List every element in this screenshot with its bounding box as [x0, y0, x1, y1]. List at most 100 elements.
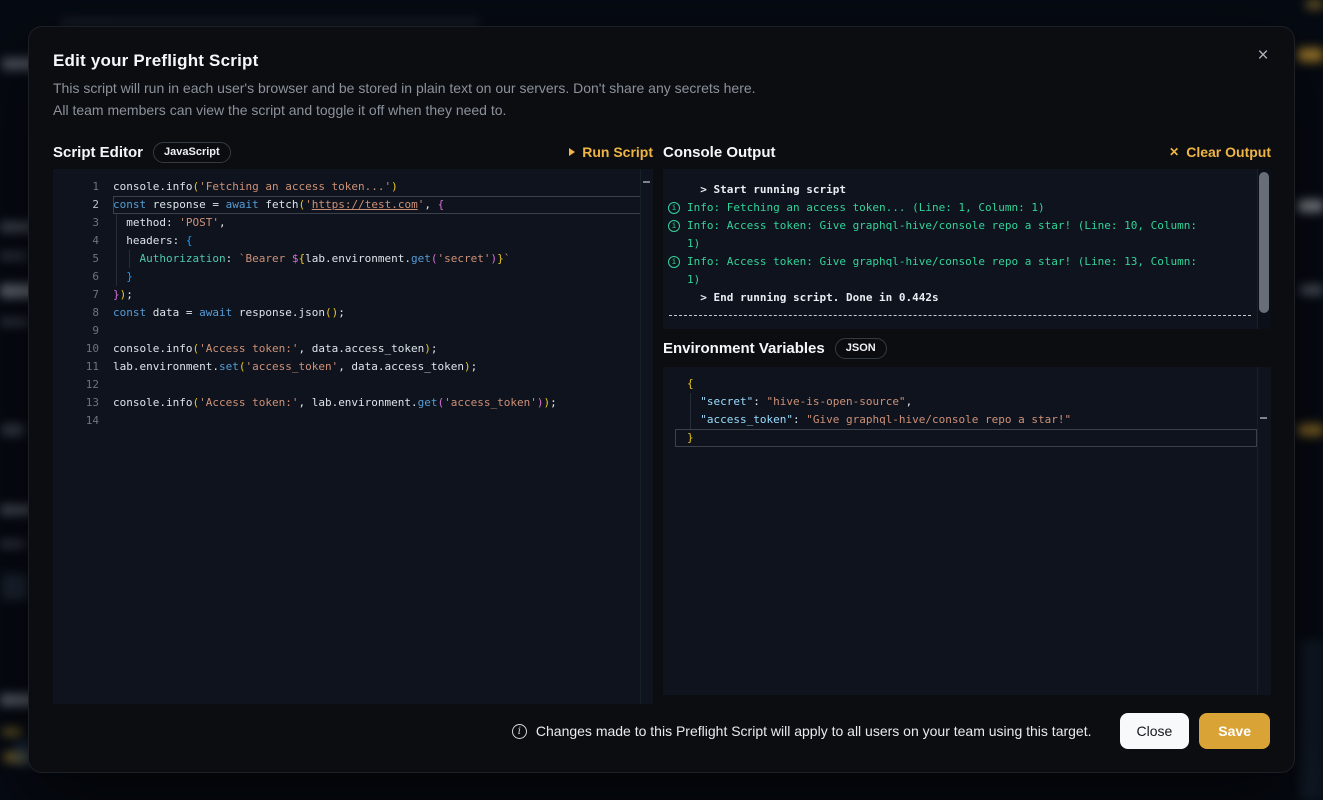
environment-code-line[interactable]: "access_token": "Give graphql-hive/conso…: [663, 411, 1271, 429]
overview-ruler-mark: [643, 181, 650, 183]
indent-guide: [116, 214, 117, 286]
line-number: 13: [53, 394, 113, 412]
info-circle-icon: i: [666, 217, 687, 253]
code-line-content: [113, 412, 641, 430]
clear-output-label: Clear Output: [1186, 144, 1271, 160]
console-output-title: Console Output: [663, 144, 776, 161]
console-entry: iInfo: Fetching an access token... (Line…: [666, 199, 1253, 217]
code-line-content: [113, 322, 641, 340]
json-badge: JSON: [835, 338, 887, 359]
overview-ruler-mark: [1260, 417, 1267, 419]
environment-variables-title: Environment Variables: [663, 340, 825, 357]
code-line[interactable]: 12: [53, 376, 653, 394]
background-blur-blob: [60, 18, 480, 26]
line-number: 12: [53, 376, 113, 394]
code-line-content: method: 'POST',: [113, 214, 641, 232]
code-line[interactable]: 7});: [53, 286, 653, 304]
code-line-content: const response = await fetch('https://te…: [113, 196, 641, 214]
console-entry-text: > Start running script: [687, 181, 846, 199]
environment-variables-header: Environment Variables JSON: [663, 335, 1271, 361]
console-entry-text: > End running script. Done in 0.442s: [687, 289, 939, 307]
code-line[interactable]: 14: [53, 412, 653, 430]
code-line-content: });: [113, 286, 641, 304]
console-output-header: Console Output ✕ Clear Output: [663, 139, 1271, 165]
line-number: 10: [53, 340, 113, 358]
script-editor-header: Script Editor JavaScript Run Script: [53, 139, 653, 165]
save-button[interactable]: Save: [1199, 713, 1270, 749]
code-line[interactable]: 13console.info('Access token:', lab.envi…: [53, 394, 653, 412]
run-script-label: Run Script: [582, 144, 653, 160]
environment-editor-lines: { "secret": "hive-is-open-source", "acce…: [663, 375, 1271, 447]
console-entries: > Start running scriptiInfo: Fetching an…: [666, 181, 1253, 316]
code-line[interactable]: 1console.info('Fetching an access token.…: [53, 178, 653, 196]
code-line[interactable]: 6 }: [53, 268, 653, 286]
clear-icon: ✕: [1169, 146, 1179, 158]
script-editor[interactable]: 1console.info('Fetching an access token.…: [53, 169, 653, 704]
info-circle-icon: i: [666, 253, 687, 289]
code-line-content: headers: {: [113, 232, 641, 250]
code-line-content: console.info('Fetching an access token..…: [113, 178, 641, 196]
console-separator: [669, 315, 1251, 316]
code-line[interactable]: 11lab.environment.set('access_token', da…: [53, 358, 653, 376]
background-blur-blob: [0, 540, 26, 548]
clear-output-button[interactable]: ✕ Clear Output: [1169, 144, 1271, 160]
background-blur-blob: [2, 728, 22, 736]
console-entry-text: Info: Fetching an access token... (Line:…: [687, 199, 1045, 217]
console-scrollbar-thumb[interactable]: [1259, 172, 1269, 313]
line-number: 14: [53, 412, 113, 430]
code-line[interactable]: 4 headers: {: [53, 232, 653, 250]
preflight-modal: × Edit your Preflight Script This script…: [28, 26, 1295, 773]
background-blur-blob: [0, 318, 30, 326]
line-number: 2: [53, 196, 113, 214]
line-number: 9: [53, 322, 113, 340]
console-entry-text: Info: Access token: Give graphql-hive/co…: [687, 253, 1197, 289]
info-icon: i: [512, 724, 527, 739]
code-line[interactable]: 8const data = await response.json();: [53, 304, 653, 322]
console-entry: iInfo: Access token: Give graphql-hive/c…: [666, 253, 1253, 289]
code-line-content: console.info('Access token:', lab.enviro…: [113, 394, 641, 412]
modal-description: This script will run in each user's brow…: [53, 77, 756, 121]
code-line[interactable]: 10console.info('Access token:', data.acc…: [53, 340, 653, 358]
info-circle-icon: i: [666, 199, 687, 217]
modal-close-button[interactable]: ×: [1250, 43, 1276, 69]
console-entry: > Start running script: [666, 181, 1253, 199]
footer-notice-text: Changes made to this Preflight Script wi…: [536, 723, 1092, 739]
code-line[interactable]: 3 method: 'POST',: [53, 214, 653, 232]
editor-scrollbar[interactable]: [640, 169, 653, 704]
background-blur-blob: [2, 424, 24, 436]
run-script-button[interactable]: Run Script: [569, 144, 653, 160]
environment-variables-editor[interactable]: { "secret": "hive-is-open-source", "acce…: [663, 367, 1271, 695]
modal-footer: i Changes made to this Preflight Script …: [53, 711, 1270, 751]
background-blur-blob: [0, 252, 28, 260]
line-number: 3: [53, 214, 113, 232]
code-line[interactable]: 5 Authorization: `Bearer ${lab.environme…: [53, 250, 653, 268]
line-number: 6: [53, 268, 113, 286]
script-editor-lines: 1console.info('Fetching an access token.…: [53, 178, 653, 430]
close-button[interactable]: Close: [1120, 713, 1190, 749]
environment-code-line[interactable]: {: [663, 375, 1271, 393]
environment-code-line[interactable]: }: [663, 429, 1271, 447]
code-line-content: const data = await response.json();: [113, 304, 641, 322]
modal-description-line-2: All team members can view the script and…: [53, 99, 756, 121]
environment-code-line[interactable]: "secret": "hive-is-open-source",: [663, 393, 1271, 411]
background-blur-blob: [1300, 285, 1323, 295]
line-number: 5: [53, 250, 113, 268]
code-line[interactable]: 9: [53, 322, 653, 340]
background-blur-blob: [1298, 424, 1323, 436]
code-line-content: }: [113, 268, 641, 286]
indent-guide: [690, 393, 691, 429]
close-icon: ×: [1257, 45, 1268, 66]
code-line-content: lab.environment.set('access_token', data…: [113, 358, 641, 376]
console-scrollbar: [1257, 169, 1271, 329]
console-entry-gutter: [666, 289, 687, 307]
line-number: 1: [53, 178, 113, 196]
console-output: > Start running scriptiInfo: Fetching an…: [663, 169, 1271, 329]
line-number: 11: [53, 358, 113, 376]
line-number: 8: [53, 304, 113, 322]
footer-notice: i Changes made to this Preflight Script …: [512, 723, 1092, 739]
code-line[interactable]: 2const response = await fetch('https://t…: [53, 196, 653, 214]
modal-description-line-1: This script will run in each user's brow…: [53, 77, 756, 99]
background-blur-blob: [1306, 0, 1323, 9]
line-number: 7: [53, 286, 113, 304]
code-line-content: Authorization: `Bearer ${lab.environment…: [113, 250, 641, 268]
